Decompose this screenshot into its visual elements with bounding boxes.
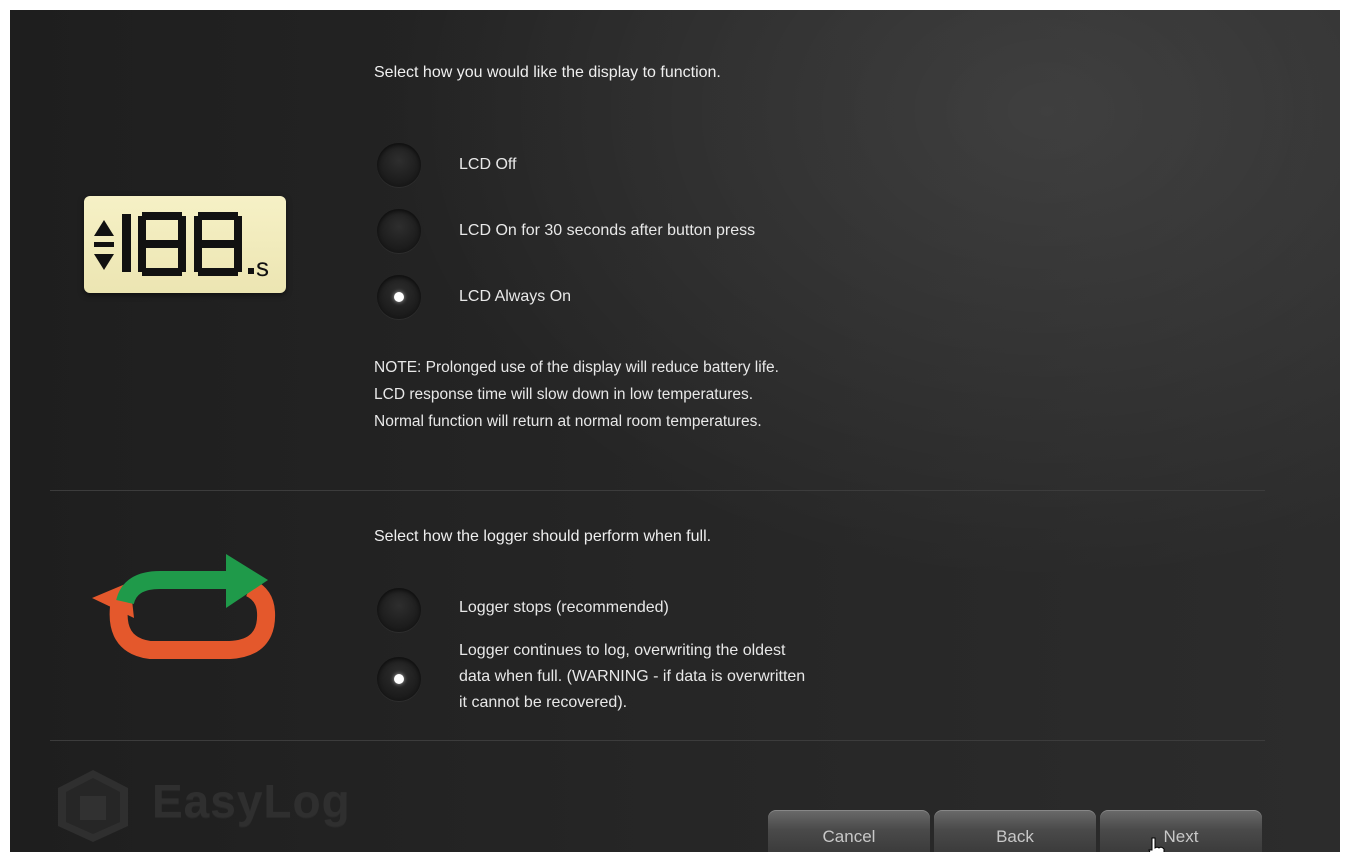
hand-cursor-icon <box>1148 837 1165 852</box>
radio-lcd-off[interactable] <box>377 143 421 187</box>
loop-arrows-icon <box>92 554 276 659</box>
radio-lcd-always-on[interactable] <box>377 275 421 319</box>
option-label-lcd-off: LCD Off <box>459 156 517 173</box>
option-label-logger-continues: Logger continues to log, overwriting the… <box>459 638 805 716</box>
lcd-display-icon: s <box>84 196 286 293</box>
cancel-button[interactable]: Cancel <box>768 810 930 852</box>
easylog-logo-icon <box>58 770 128 842</box>
radio-lcd-30-seconds[interactable] <box>377 209 421 253</box>
display-note: NOTE: Prolonged use of the display will … <box>374 354 779 435</box>
section-divider <box>50 490 1265 491</box>
radio-logger-continues[interactable] <box>377 657 421 701</box>
logger-section-heading: Select how the logger should perform whe… <box>374 528 712 545</box>
option-line: data when full. (WARNING - if data is ov… <box>459 668 806 685</box>
wizard-panel: Select how you would like the display to… <box>10 10 1340 852</box>
lcd-digits: s <box>94 212 269 282</box>
option-line: it cannot be recovered). <box>459 694 628 711</box>
next-button-label: Next <box>1163 827 1199 846</box>
note-line: Normal function will return at normal ro… <box>374 413 762 430</box>
svg-text:s: s <box>256 252 269 282</box>
note-line: NOTE: Prolonged use of the display will … <box>374 359 779 376</box>
next-button[interactable]: Next <box>1100 810 1262 852</box>
option-label-logger-stops: Logger stops (recommended) <box>459 599 669 616</box>
brand-logo: EasyLog <box>152 775 351 827</box>
section-divider <box>50 740 1265 741</box>
back-button[interactable]: Back <box>934 810 1096 852</box>
display-section-heading: Select how you would like the display to… <box>374 64 721 81</box>
radio-logger-stops[interactable] <box>377 588 421 632</box>
option-line: Logger continues to log, overwriting the… <box>459 642 786 659</box>
option-label-lcd-30-seconds: LCD On for 30 seconds after button press <box>459 222 756 239</box>
note-line: LCD response time will slow down in low … <box>374 386 754 403</box>
option-label-lcd-always-on: LCD Always On <box>459 288 572 305</box>
